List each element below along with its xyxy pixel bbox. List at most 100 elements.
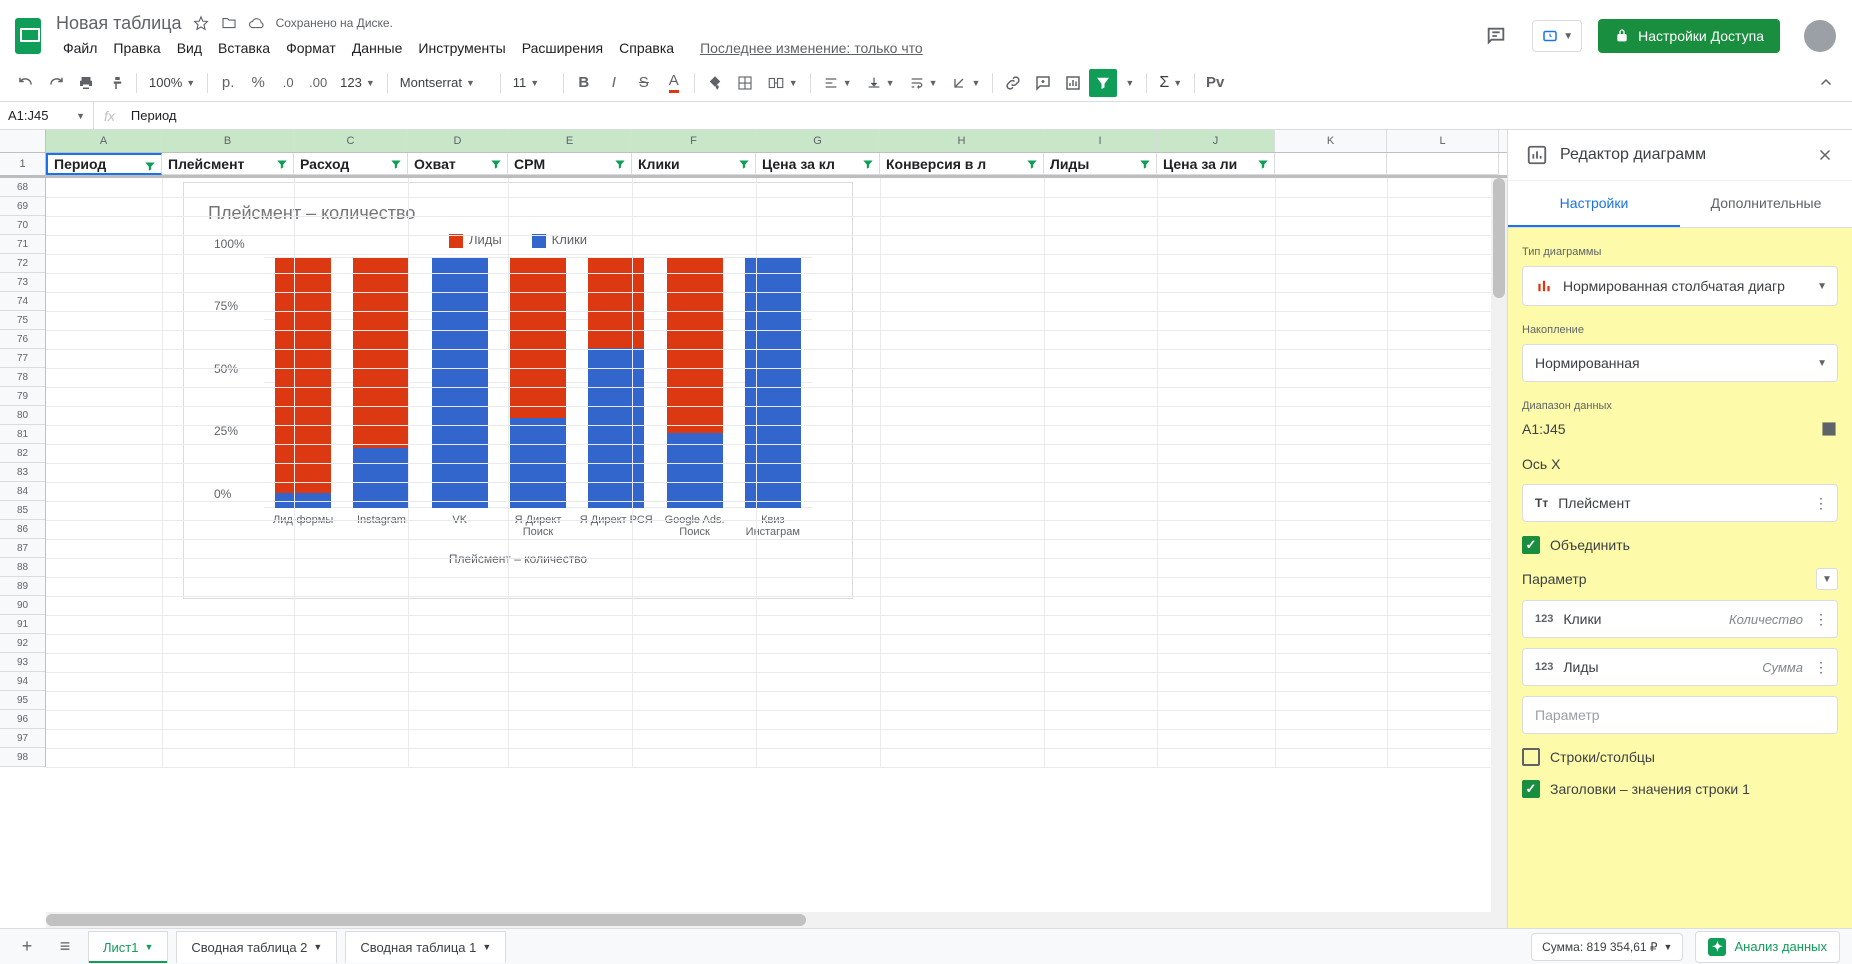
tab-customize[interactable]: Дополнительные [1680, 181, 1852, 227]
stacking-select[interactable]: Нормированная ▼ [1522, 344, 1838, 382]
italic-button[interactable]: I [600, 69, 628, 97]
switch-rows-cols-checkbox[interactable] [1522, 748, 1540, 766]
use-row1-headers-checkbox[interactable] [1522, 780, 1540, 798]
row-header-94[interactable]: 94 [0, 672, 45, 691]
row-header-92[interactable]: 92 [0, 634, 45, 653]
functions-button[interactable]: Σ▼ [1153, 69, 1188, 97]
decrease-decimal-button[interactable]: .0 [274, 69, 302, 97]
row-header-75[interactable]: 75 [0, 311, 45, 330]
header-row[interactable]: 1 ПериодПлейсментРасходОхватCPMКликиЦена… [0, 153, 1507, 178]
print-button[interactable] [72, 69, 100, 97]
row-header-79[interactable]: 79 [0, 387, 45, 406]
filter-views-dropdown[interactable]: ▼ [1119, 69, 1140, 97]
row-header-70[interactable]: 70 [0, 216, 45, 235]
strikethrough-button[interactable]: S [630, 69, 658, 97]
col-header-D[interactable]: D [408, 130, 508, 152]
comment-history-icon[interactable] [1476, 16, 1516, 56]
filter-icon[interactable] [1137, 156, 1153, 172]
col-header-C[interactable]: C [294, 130, 408, 152]
menu-format[interactable]: Формат [279, 36, 343, 60]
row-header-1[interactable]: 1 [0, 153, 46, 175]
header-cell-G[interactable]: Цена за кл [756, 153, 880, 175]
filter-icon[interactable] [488, 156, 504, 172]
status-sum[interactable]: Сумма: 819 354,61 ₽▼ [1531, 933, 1683, 961]
filter-icon[interactable] [1024, 156, 1040, 172]
row-header-89[interactable]: 89 [0, 577, 45, 596]
aggregate-checkbox[interactable] [1522, 536, 1540, 554]
row-header-77[interactable]: 77 [0, 349, 45, 368]
col-header-B[interactable]: B [162, 130, 294, 152]
series-placeholder[interactable]: Параметр [1522, 696, 1838, 734]
header-cell-I[interactable]: Лиды [1044, 153, 1157, 175]
row-header-81[interactable]: 81 [0, 425, 45, 444]
col-header-G[interactable]: G [756, 130, 880, 152]
header-cell-K[interactable] [1275, 153, 1387, 175]
formula-input[interactable]: Период [125, 108, 1852, 123]
data-range-value[interactable]: A1:J45 [1522, 421, 1566, 437]
header-cell-D[interactable]: Охват [408, 153, 508, 175]
header-cell-J[interactable]: Цена за ли [1157, 153, 1275, 175]
row-header-93[interactable]: 93 [0, 653, 45, 672]
header-cell-F[interactable]: Клики [632, 153, 756, 175]
pv-button[interactable]: Рv [1201, 69, 1229, 97]
menu-help[interactable]: Справка [612, 36, 681, 60]
series-chip-leads[interactable]: 123 Лиды Сумма ⋮ [1522, 648, 1838, 686]
sheet-tab-pivot2[interactable]: Сводная таблица 2▼ [176, 931, 337, 963]
more-icon[interactable]: ⋮ [1814, 495, 1827, 512]
col-header-E[interactable]: E [508, 130, 632, 152]
chart-type-select[interactable]: Нормированная столбчатая диагр ▼ [1522, 266, 1838, 306]
col-header-J[interactable]: J [1157, 130, 1275, 152]
row-header-85[interactable]: 85 [0, 501, 45, 520]
row-header-83[interactable]: 83 [0, 463, 45, 482]
series-chip-clicks[interactable]: 123 Клики Количество ⋮ [1522, 600, 1838, 638]
row-header-73[interactable]: 73 [0, 273, 45, 292]
filter-icon[interactable] [612, 156, 628, 172]
filter-button[interactable] [1089, 69, 1117, 97]
add-sheet-button[interactable]: + [12, 932, 42, 962]
close-icon[interactable] [1816, 146, 1834, 164]
filter-icon[interactable] [860, 156, 876, 172]
insert-chart-button[interactable] [1059, 69, 1087, 97]
row-header-74[interactable]: 74 [0, 292, 45, 311]
name-box[interactable]: A1:J45▼ [0, 102, 94, 129]
col-header-H[interactable]: H [880, 130, 1044, 152]
filter-icon[interactable] [388, 156, 404, 172]
header-cell-B[interactable]: Плейсмент [162, 153, 294, 175]
fill-color-button[interactable] [701, 69, 729, 97]
tab-setup[interactable]: Настройки [1508, 181, 1680, 227]
header-cell-E[interactable]: CPM [508, 153, 632, 175]
font-size-dropdown[interactable]: 11▼ [507, 69, 557, 97]
row-header-82[interactable]: 82 [0, 444, 45, 463]
row-header-86[interactable]: 86 [0, 520, 45, 539]
row-header-95[interactable]: 95 [0, 691, 45, 710]
paint-format-button[interactable] [102, 69, 130, 97]
all-sheets-button[interactable]: ≡ [50, 932, 80, 962]
filter-icon[interactable] [274, 156, 290, 172]
select-all-corner[interactable] [0, 130, 46, 152]
row-headers[interactable]: 6869707172737475767778798081828384858687… [0, 178, 46, 767]
cloud-saved-icon[interactable] [248, 14, 266, 32]
menu-extensions[interactable]: Расширения [515, 36, 610, 60]
row-header-69[interactable]: 69 [0, 197, 45, 216]
cells-area[interactable]: Плейсмент – количество Лиды Клики 0%25%5… [46, 178, 1507, 767]
insert-comment-button[interactable] [1029, 69, 1057, 97]
user-avatar[interactable] [1804, 20, 1836, 52]
row-header-98[interactable]: 98 [0, 748, 45, 767]
header-cell-L[interactable] [1387, 153, 1499, 175]
doc-title[interactable]: Новая таблица [56, 13, 182, 34]
explore-button[interactable]: ✦ Анализ данных [1695, 931, 1840, 963]
filter-icon[interactable] [142, 158, 158, 174]
menu-data[interactable]: Данные [345, 36, 410, 60]
insert-link-button[interactable] [999, 69, 1027, 97]
menu-insert[interactable]: Вставка [211, 36, 277, 60]
menu-tools[interactable]: Инструменты [411, 36, 512, 60]
col-header-K[interactable]: K [1275, 130, 1387, 152]
text-wrap-button[interactable]: ▼ [903, 69, 944, 97]
sheet-tab-active[interactable]: Лист1▼ [88, 931, 168, 963]
col-header-I[interactable]: I [1044, 130, 1157, 152]
last-edit-link[interactable]: Последнее изменение: только что [693, 36, 930, 60]
menu-view[interactable]: Вид [170, 36, 209, 60]
present-button[interactable]: ▼ [1532, 20, 1582, 52]
vertical-align-button[interactable]: ▼ [860, 69, 901, 97]
row-header-87[interactable]: 87 [0, 539, 45, 558]
